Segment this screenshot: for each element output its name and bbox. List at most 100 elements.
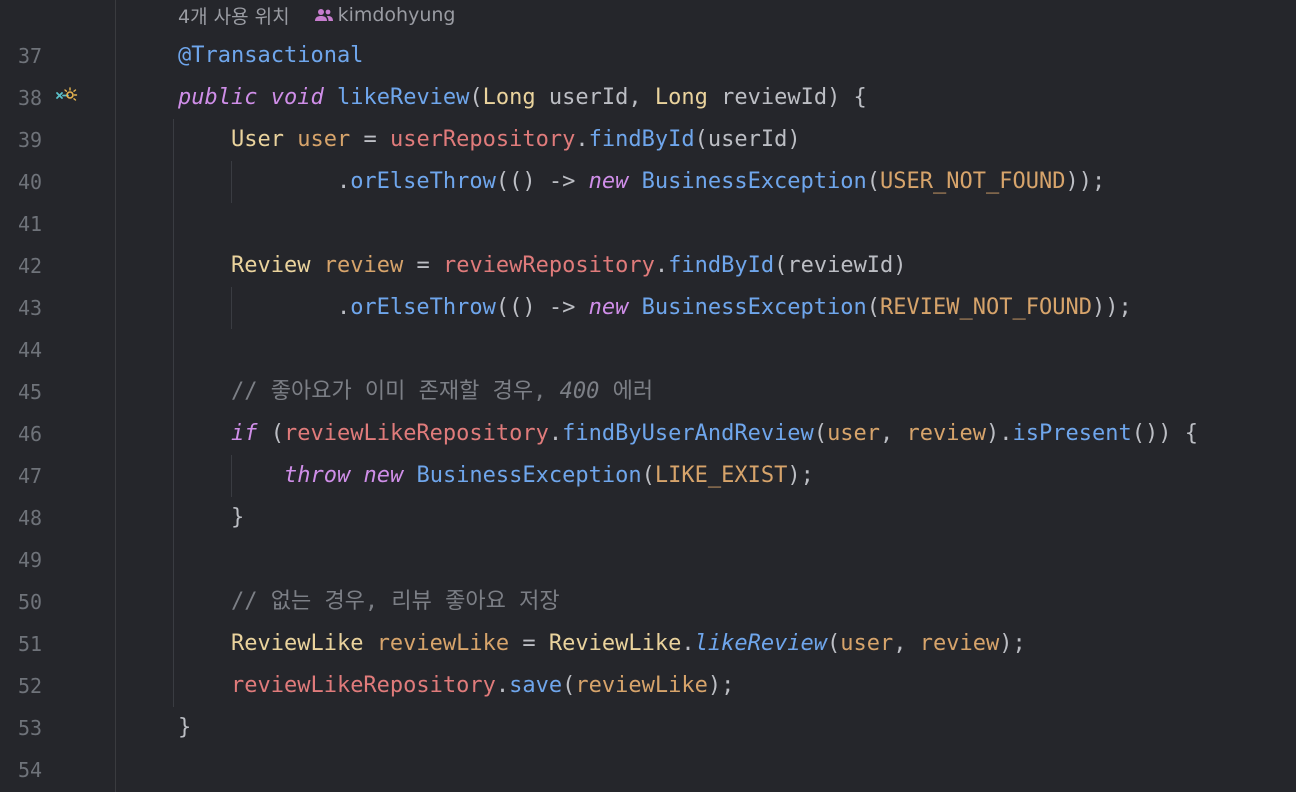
- code-token: LIKE_EXIST: [654, 463, 788, 488]
- code-token: 에러: [599, 379, 654, 404]
- code-token: userId,: [535, 85, 655, 110]
- code-token: =: [509, 631, 549, 656]
- line-number: 47: [18, 464, 43, 488]
- code-line[interactable]: 51 ReviewLike reviewLike = ReviewLike.li…: [0, 623, 1296, 665]
- code-token: USER_NOT_FOUND: [880, 169, 1066, 194]
- people-icon: [314, 9, 333, 21]
- code-token: User: [230, 127, 284, 152]
- code-text[interactable]: public void likeReview(Long userId, Long…: [178, 77, 867, 119]
- code-token: Review: [230, 253, 311, 278]
- code-token: findByUserAndReview: [562, 421, 814, 446]
- code-line[interactable]: 39 User user = userRepository.findById(u…: [0, 119, 1296, 161]
- code-text[interactable]: reviewLikeRepository.save(reviewLike);: [178, 665, 734, 707]
- code-token: (: [641, 463, 655, 488]
- code-token: user: [840, 631, 894, 656]
- code-line[interactable]: 54: [0, 749, 1296, 791]
- code-token: save: [509, 673, 563, 698]
- code-text[interactable]: Review review = reviewRepository.findByI…: [178, 245, 907, 287]
- code-line[interactable]: 48 }: [0, 497, 1296, 539]
- code-line[interactable]: 37 @Transactional: [0, 35, 1296, 77]
- line-number: 42: [18, 254, 43, 278]
- indent-guide: [231, 287, 232, 329]
- usages-count[interactable]: 4개 사용 위치: [178, 2, 290, 29]
- code-token: orElseThrow: [350, 169, 496, 194]
- code-token: }: [178, 715, 192, 740]
- code-line[interactable]: 46 if (reviewLikeRepository.findByUserAn…: [0, 413, 1296, 455]
- code-token: .: [654, 253, 669, 278]
- code-token: 400: [559, 379, 600, 404]
- code-token: BusinessException: [641, 295, 867, 320]
- code-line[interactable]: 52 reviewLikeRepository.save(reviewLike)…: [0, 665, 1296, 707]
- code-token: BusinessException: [416, 463, 642, 488]
- line-number: 53: [18, 716, 43, 740]
- line-number: 37: [18, 44, 43, 68]
- code-line[interactable]: 41: [0, 203, 1296, 245]
- code-token: user: [827, 421, 881, 446]
- line-number: 51: [18, 632, 43, 656]
- code-token: findById: [588, 127, 695, 152]
- code-token: new: [363, 463, 404, 488]
- code-text[interactable]: }: [178, 497, 244, 539]
- code-token: (: [469, 85, 483, 110]
- code-line[interactable]: 50 // 없는 경우, 리뷰 좋아요 저장: [0, 581, 1296, 623]
- code-token: likeReview: [336, 85, 470, 110]
- code-line[interactable]: 47 throw new BusinessException(LIKE_EXIS…: [0, 455, 1296, 497]
- code-text[interactable]: if (reviewLikeRepository.findByUserAndRe…: [178, 413, 1198, 455]
- code-text[interactable]: // 좋아요가 이미 존재할 경우, 400 에러: [178, 371, 653, 413]
- code-line[interactable]: 43 .orElseThrow(() -> new BusinessExcept…: [0, 287, 1296, 329]
- usage-hint[interactable]: 4개 사용 위치 kimdohyung: [178, 2, 455, 28]
- code-text[interactable]: @Transactional: [178, 35, 363, 77]
- line-number: 52: [18, 674, 43, 698]
- code-editor[interactable]: 4개 사용 위치 kimdohyung 37 @Transactional 38 pu…: [0, 0, 1296, 792]
- code-token: );: [787, 463, 814, 488]
- code-token: (() ->: [495, 169, 589, 194]
- code-token: reviewLike: [575, 673, 708, 698]
- line-number: 40: [18, 170, 43, 194]
- code-token: public: [178, 85, 258, 110]
- line-number: 43: [18, 296, 43, 320]
- code-token: =: [350, 127, 390, 152]
- code-text[interactable]: }: [178, 707, 191, 749]
- code-line[interactable]: 40 .orElseThrow(() -> new BusinessExcept…: [0, 161, 1296, 203]
- code-token: userRepository: [389, 127, 576, 152]
- code-line[interactable]: 38 public void likeReview(Long userId, Lo…: [0, 77, 1296, 119]
- code-token: new: [588, 295, 629, 320]
- code-token: .: [178, 169, 351, 194]
- code-text[interactable]: ReviewLike reviewLike = ReviewLike.likeR…: [178, 623, 1026, 665]
- code-token: Long: [482, 85, 536, 110]
- code-token: likeReview: [694, 631, 828, 656]
- code-line[interactable]: 44: [0, 329, 1296, 371]
- code-token: throw: [283, 463, 351, 488]
- code-token: // 좋아요가 이미 존재할 경우,: [230, 379, 560, 404]
- code-token: (reviewId): [774, 253, 907, 278]
- code-line[interactable]: 53}: [0, 707, 1296, 749]
- code-token: reviewRepository: [442, 253, 655, 278]
- author-hint[interactable]: kimdohyung: [314, 4, 455, 26]
- code-token: .: [681, 631, 695, 656]
- code-text[interactable]: // 없는 경우, 리뷰 좋아요 저장: [178, 581, 560, 623]
- code-token: .: [548, 421, 563, 446]
- code-text[interactable]: User user = userRepository.findById(user…: [178, 119, 801, 161]
- indent-guide: [231, 161, 232, 203]
- code-token: (userId): [694, 127, 801, 152]
- line-number: 46: [18, 422, 43, 446]
- code-text[interactable]: throw new BusinessException(LIKE_EXIST);: [178, 455, 814, 497]
- code-token: reviewLikeRepository: [230, 673, 496, 698]
- code-token: }: [178, 505, 245, 530]
- indent-guide: [173, 119, 174, 707]
- code-line[interactable]: 49: [0, 539, 1296, 581]
- code-text[interactable]: .orElseThrow(() -> new BusinessException…: [178, 287, 1132, 329]
- code-line[interactable]: 45 // 좋아요가 이미 존재할 경우, 400 에러: [0, 371, 1296, 413]
- code-token: .: [178, 295, 351, 320]
- code-line[interactable]: 42 Review review = reviewRepository.find…: [0, 245, 1296, 287]
- line-number: 41: [18, 212, 43, 236]
- code-text[interactable]: .orElseThrow(() -> new BusinessException…: [178, 161, 1105, 203]
- code-token: findById: [668, 253, 775, 278]
